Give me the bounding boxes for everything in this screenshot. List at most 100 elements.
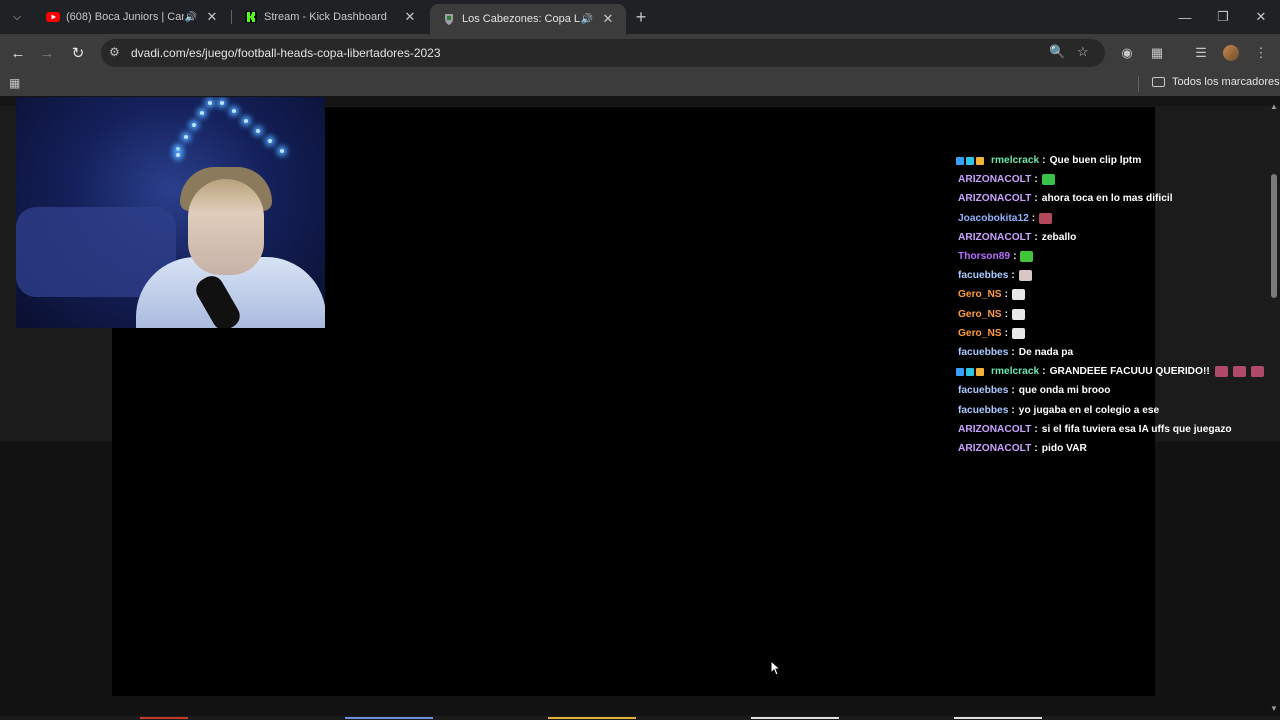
chat-username[interactable]: rmelcrack	[991, 366, 1039, 377]
chat-username[interactable]: ARIZONACOLT	[958, 193, 1031, 204]
tab-los-cabezones[interactable]: Los Cabezones: Copa Libertadores 🔊 ✕	[430, 4, 626, 34]
chat-emote-icon	[1012, 308, 1026, 320]
chat-message-text: ahora toca en lo mas dificil	[1041, 193, 1173, 205]
chat-message: Gero_NS:	[956, 324, 1266, 343]
chat-separator: :	[1034, 174, 1038, 186]
scroll-up-arrow-icon[interactable]: ▲	[1270, 102, 1278, 111]
chat-message-text: GRANDEEE FACUUU QUERIDO!!	[1049, 366, 1210, 378]
bookmark-star-icon[interactable]: ☆	[1077, 44, 1089, 60]
tab-strip: ⌵ (608) Boca Juniors | Canciones 🔊 ✕ Str…	[0, 0, 1280, 34]
tab-title: (608) Boca Juniors | Canciones	[66, 11, 184, 23]
profile-avatar[interactable]	[1220, 42, 1242, 64]
extensions-puzzle-icon[interactable]: ▦	[1146, 42, 1168, 64]
badge-icon	[956, 156, 964, 165]
all-bookmarks-folder[interactable]: Todos los marcadores	[1152, 76, 1280, 88]
chat-username[interactable]: Joacobokita12	[958, 213, 1029, 224]
bottom-taskbar-strip	[0, 716, 1280, 720]
close-tab-icon[interactable]: ✕	[204, 9, 220, 25]
chat-message-text: Que buen clip lptm	[1049, 155, 1142, 167]
chat-separator: :	[1004, 289, 1009, 301]
scroll-down-arrow-icon[interactable]: ▼	[1270, 704, 1278, 713]
chat-emote-icon	[1041, 174, 1055, 186]
chat-separator: :	[1034, 442, 1038, 454]
chat-message-text: yo jugaba en el colegio a ese	[1018, 404, 1160, 416]
browser-toolbar: ← → ↻ ⚙ dvadi.com/es/juego/football-head…	[0, 34, 1280, 72]
chat-message-text: pido VAR	[1041, 442, 1087, 454]
speaker-icon[interactable]: 🔊	[184, 12, 198, 23]
chat-separator: :	[1042, 155, 1046, 167]
all-bookmarks-label: Todos los marcadores	[1172, 76, 1280, 88]
incognito-extension-icon[interactable]: ◉	[1116, 42, 1138, 64]
chat-message: ARIZONACOLT: si el fifa tuviera esa IA uf…	[956, 420, 1266, 439]
page-scrollbar[interactable]: ▲ ▼	[1268, 96, 1280, 720]
webcam-overlay	[16, 97, 325, 328]
chat-separator: :	[1034, 231, 1038, 243]
chat-badges	[956, 367, 986, 376]
chat-message: facuebbes:	[956, 266, 1266, 285]
chat-username[interactable]: facuebbes	[958, 347, 1008, 358]
chat-username[interactable]: facuebbes	[958, 385, 1008, 396]
chat-username[interactable]: ARIZONACOLT	[958, 424, 1031, 435]
chat-username[interactable]: Gero_NS	[958, 328, 1002, 339]
chat-emote-icon	[1232, 366, 1246, 378]
close-tab-icon[interactable]: ✕	[402, 9, 418, 25]
speaker-icon[interactable]: 🔊	[580, 14, 594, 25]
chat-message-text: De nada pa	[1018, 346, 1074, 358]
chat-emote-icon	[1012, 327, 1026, 339]
media-controls-icon[interactable]: ☰	[1190, 42, 1212, 64]
chat-emote-icon	[1012, 289, 1026, 301]
chat-message: facuebbes: que onda mi brooo	[956, 381, 1266, 400]
chat-message: facuebbes: yo jugaba en el colegio a ese	[956, 400, 1266, 419]
chat-separator: :	[1004, 327, 1009, 339]
chat-username[interactable]: facuebbes	[958, 270, 1008, 281]
chat-message: facuebbes: De nada pa	[956, 343, 1266, 362]
site-settings-icon[interactable]: ⚙	[109, 45, 120, 59]
tab-search-chevron-icon[interactable]: ⌵	[6, 6, 28, 28]
badge-icon	[976, 156, 984, 165]
chat-username[interactable]: ARIZONACOLT	[958, 232, 1031, 243]
folder-icon	[1152, 77, 1165, 87]
chat-message-text: zeballo	[1041, 231, 1077, 243]
chat-message: Joacobokita12:	[956, 209, 1266, 228]
url-text[interactable]: dvadi.com/es/juego/football-heads-copa-l…	[131, 46, 441, 60]
forward-button[interactable]: →	[35, 41, 59, 65]
browser-menu-icon[interactable]: ⋮	[1250, 42, 1272, 64]
chat-message: rmelcrack: GRANDEEE FACUUU QUERIDO!!	[956, 362, 1266, 381]
chat-username[interactable]: ARIZONACOLT	[958, 174, 1031, 185]
chat-badges	[956, 156, 986, 165]
chat-username[interactable]: rmelcrack	[991, 155, 1039, 166]
chat-message: Gero_NS:	[956, 305, 1266, 324]
chat-emote-icon	[1020, 251, 1034, 263]
tab-youtube[interactable]: (608) Boca Juniors | Canciones 🔊 ✕	[34, 4, 230, 30]
chat-separator: :	[1034, 423, 1038, 435]
chat-username[interactable]: ARIZONACOLT	[958, 443, 1031, 454]
chat-separator: :	[1013, 251, 1017, 263]
chat-message-text: que onda mi brooo	[1018, 385, 1111, 397]
chat-separator: :	[1031, 212, 1036, 224]
shield-icon	[442, 12, 456, 26]
close-window-button[interactable]: ✕	[1242, 0, 1280, 34]
chat-message: ARIZONACOLT: ahora toca en lo mas dificil	[956, 189, 1266, 208]
chat-separator: :	[1011, 270, 1015, 282]
minimize-button[interactable]: —	[1166, 0, 1204, 34]
chat-username[interactable]: facuebbes	[958, 405, 1008, 416]
address-bar[interactable]: ⚙ dvadi.com/es/juego/football-heads-copa…	[101, 39, 1105, 67]
restore-button[interactable]: ❐	[1204, 0, 1242, 34]
chat-separator: :	[1004, 308, 1009, 320]
chat-username[interactable]: Gero_NS	[958, 289, 1002, 300]
chat-message: rmelcrack: Que buen clip lptm	[956, 151, 1266, 170]
chat-separator: :	[1011, 404, 1015, 416]
scrollbar-thumb[interactable]	[1271, 174, 1277, 298]
close-tab-icon[interactable]: ✕	[600, 11, 616, 27]
tab-kick[interactable]: Stream - Kick Dashboard ✕	[232, 4, 428, 30]
chat-message: ARIZONACOLT:	[956, 170, 1266, 189]
badge-icon	[976, 367, 984, 376]
chat-username[interactable]: Gero_NS	[958, 309, 1002, 320]
bookmarks-divider	[1138, 76, 1139, 92]
reload-button[interactable]: ↻	[66, 41, 90, 65]
chat-username[interactable]: Thorson89	[958, 251, 1010, 262]
zoom-icon[interactable]: 🔍	[1049, 44, 1065, 60]
apps-grid-icon[interactable]: ▦	[9, 76, 20, 90]
new-tab-button[interactable]: +	[630, 6, 652, 28]
back-button[interactable]: ←	[6, 41, 30, 65]
